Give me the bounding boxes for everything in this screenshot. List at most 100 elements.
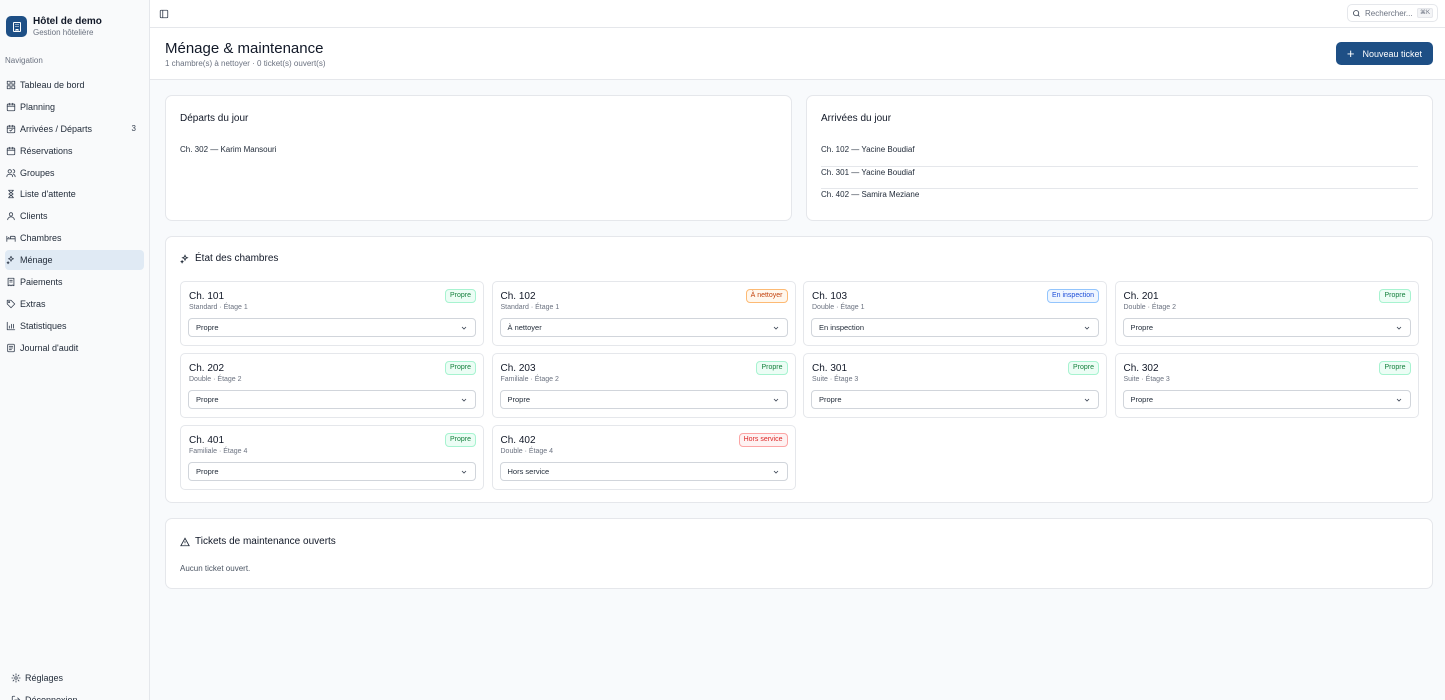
room-name: Ch. 402 bbox=[500, 435, 536, 446]
room-status-select[interactable]: Propre bbox=[1122, 390, 1411, 409]
arrival-item: Ch. 102 — Yacine Boudiaf bbox=[821, 144, 1418, 167]
room-meta: Suite · Étage 3 bbox=[812, 376, 859, 383]
page-title: Ménage & maintenance bbox=[165, 40, 324, 57]
sparkles-icon bbox=[6, 255, 16, 265]
search-button[interactable]: Rechercher... ⌘K bbox=[1347, 4, 1438, 22]
status-badge: Propre bbox=[444, 433, 476, 447]
sidebar-item-arrivees-departs[interactable]: Arrivées / Départs 3 bbox=[5, 119, 144, 139]
sidebar-item-deconnexion[interactable]: Déconnexion bbox=[10, 690, 139, 700]
sidebar-bottom-nav: Réglages Déconnexion bbox=[5, 668, 144, 700]
room-status-select[interactable]: En inspection bbox=[811, 318, 1099, 337]
sidebar-item-label: Liste d'attente bbox=[20, 189, 76, 200]
topbar: Rechercher... ⌘K bbox=[150, 0, 1445, 28]
room-status-select[interactable]: Propre bbox=[188, 390, 476, 409]
room-card-ch-402: Ch. 402 Double · Étage 4 Hors service Hors … bbox=[491, 425, 796, 490]
room-meta: Double · Étage 2 bbox=[1123, 304, 1177, 311]
chevron-down-icon bbox=[461, 398, 467, 402]
sparkles-icon bbox=[180, 253, 189, 264]
room-status-select[interactable]: À nettoyer bbox=[499, 318, 788, 337]
room-card-ch-401: Ch. 401 Familiale · Étage 4 Propre Propre bbox=[180, 425, 484, 490]
status-badge: En inspection bbox=[1046, 289, 1099, 303]
room-status-value: Propre bbox=[196, 323, 219, 332]
search-placeholder: Rechercher... bbox=[1365, 8, 1413, 18]
tag-icon bbox=[6, 299, 16, 309]
sidebar-item-paiements[interactable]: Paiements bbox=[5, 272, 144, 292]
no-ticket-text: Aucun ticket ouvert. bbox=[180, 564, 251, 573]
sidebar-item-statistiques[interactable]: Statistiques bbox=[5, 316, 144, 336]
main-content: Rechercher... ⌘K Ménage & maintenance 1 … bbox=[150, 0, 1445, 700]
arrivals-card: Arrivées du jour Ch. 102 — Yacine Boudia… bbox=[806, 95, 1433, 221]
chevron-down-icon bbox=[461, 470, 467, 474]
sidebar-item-label: Tableau de bord bbox=[20, 80, 85, 90]
page-subtitle: 1 chambre(s) à nettoyer · 0 ticket(s) ou… bbox=[165, 59, 326, 68]
status-badge: Propre bbox=[444, 361, 476, 375]
room-meta: Suite · Étage 3 bbox=[1123, 376, 1170, 383]
room-status-value: Propre bbox=[196, 467, 219, 476]
sidebar-item-menage[interactable]: Ménage bbox=[5, 250, 144, 271]
receipt-icon bbox=[6, 277, 16, 287]
departures-title: Départs du jour bbox=[180, 113, 249, 124]
sidebar-toggle-icon[interactable] bbox=[159, 8, 169, 19]
room-status-select[interactable]: Propre bbox=[188, 462, 476, 481]
tickets-card: Tickets de maintenance ouverts Aucun tic… bbox=[165, 518, 1433, 589]
sidebar-item-tableau-de-bord[interactable]: Tableau de bord bbox=[5, 75, 144, 95]
hourglass-icon bbox=[6, 189, 16, 199]
room-status-select[interactable]: Propre bbox=[499, 390, 788, 409]
plus-icon: + bbox=[1346, 45, 1355, 61]
brand-title: Hôtel de demo bbox=[33, 15, 102, 27]
sidebar-item-label: Arrivées / Départs bbox=[20, 123, 93, 134]
sidebar-item-label: Journal d'audit bbox=[20, 342, 79, 353]
room-card-ch-103: Ch. 103 Double · Étage 1 En inspection En i… bbox=[803, 281, 1107, 346]
sidebar-item-label: Ménage bbox=[20, 255, 53, 266]
sidebar-item-label: Extras bbox=[20, 298, 46, 309]
calendar-icon bbox=[6, 102, 16, 112]
room-status-value: Hors service bbox=[507, 467, 550, 476]
room-status-select[interactable]: Propre bbox=[188, 318, 476, 337]
room-meta: Double · Étage 1 bbox=[812, 304, 865, 311]
search-icon bbox=[1353, 9, 1360, 17]
departure-item: Ch. 302 — Karim Mansouri bbox=[180, 145, 277, 154]
chevron-down-icon bbox=[773, 398, 778, 402]
sidebar-item-label: Déconnexion bbox=[25, 695, 78, 700]
sidebar-item-reservations[interactable]: Réservations bbox=[5, 141, 144, 161]
room-meta: Standard · Étage 1 bbox=[500, 304, 560, 311]
room-name: Ch. 401 bbox=[189, 435, 225, 446]
sidebar-item-extras[interactable]: Extras bbox=[5, 294, 144, 314]
room-status-value: En inspection bbox=[819, 323, 865, 332]
room-status-select[interactable]: Propre bbox=[811, 390, 1099, 409]
chevron-down-icon bbox=[1396, 326, 1401, 330]
room-status-value: Propre bbox=[1130, 395, 1154, 404]
new-ticket-button[interactable]: + Nouveau ticket bbox=[1336, 42, 1433, 65]
sidebar-item-chambres[interactable]: Chambres bbox=[5, 228, 144, 248]
sidebar-item-label: Paiements bbox=[20, 277, 63, 288]
room-card-ch-302: Ch. 302 Suite · Étage 3 Propre Propre bbox=[1114, 353, 1419, 418]
chevron-down-icon bbox=[1084, 326, 1090, 330]
sidebar-item-liste-d-attente[interactable]: Liste d'attente bbox=[5, 184, 144, 204]
arrivals-title: Arrivées du jour bbox=[821, 113, 892, 124]
status-badge: Propre bbox=[1379, 361, 1411, 375]
brand[interactable]: Hôtel de demo Gestion hôtelière bbox=[0, 0, 149, 42]
room-card-ch-301: Ch. 301 Suite · Étage 3 Propre Propre bbox=[803, 353, 1107, 418]
chevron-down-icon bbox=[773, 326, 778, 330]
count-badge: 3 bbox=[131, 124, 136, 134]
sidebar-item-reglages[interactable]: Réglages bbox=[10, 668, 139, 688]
room-status-select[interactable]: Propre bbox=[1122, 318, 1411, 337]
room-card-ch-202: Ch. 202 Double · Étage 2 Propre Propre bbox=[180, 353, 484, 418]
room-name: Ch. 203 bbox=[500, 363, 536, 374]
room-card-ch-203: Ch. 203 Familiale · Étage 2 Propre Propre bbox=[491, 353, 796, 418]
room-status-select[interactable]: Hors service bbox=[499, 462, 788, 481]
sidebar-item-planning[interactable]: Planning bbox=[5, 97, 144, 117]
room-card-ch-201: Ch. 201 Double · Étage 2 Propre Propre bbox=[1114, 281, 1419, 346]
sidebar-item-journal-d-audit[interactable]: Journal d'audit bbox=[5, 338, 144, 358]
sidebar-item-label: Statistiques bbox=[20, 320, 67, 331]
sidebar-item-label: Chambres bbox=[20, 233, 62, 244]
new-ticket-label: Nouveau ticket bbox=[1362, 48, 1423, 59]
rooms-title: État des chambres bbox=[195, 253, 279, 264]
dashboard-icon bbox=[6, 80, 16, 90]
arrivals-list: Ch. 102 — Yacine Boudiaf Ch. 301 — Yacine… bbox=[821, 144, 1418, 212]
sidebar-item-groupes[interactable]: Groupes bbox=[5, 163, 144, 183]
sidebar-item-label: Clients bbox=[20, 211, 48, 222]
sidebar-item-clients[interactable]: Clients bbox=[5, 206, 144, 226]
bed-icon bbox=[6, 233, 16, 243]
room-name: Ch. 103 bbox=[812, 291, 848, 302]
